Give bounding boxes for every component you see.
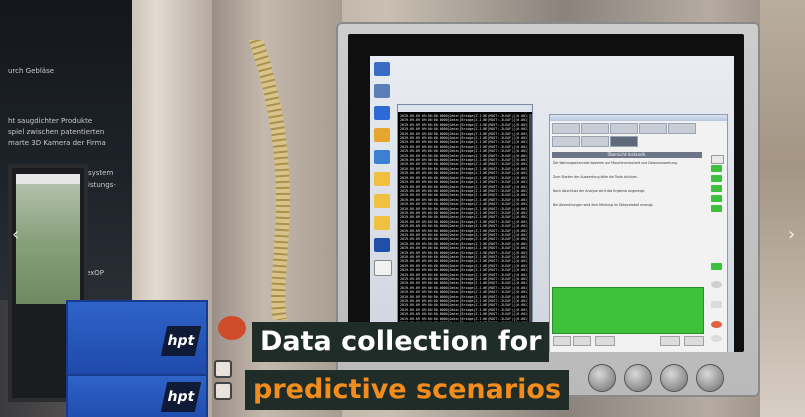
app-text-line: Nach Abschluss der Analyse wird das Erge… [553,189,645,193]
caption-line-2: predictive scenarios [245,370,570,410]
caption-line-1: Data collection for [252,322,550,362]
folder-icon[interactable] [374,172,390,186]
desktop-icon[interactable] [374,62,390,76]
spiral-hose [249,40,290,320]
console-window[interactable]: 2019-09-09 09:00:00.0000|Data:[Bridge|Z.… [397,104,533,342]
folder-icon[interactable] [374,128,390,142]
desktop: 2019-09-09 09:00:00.0000|Data:[Bridge|Z.… [370,56,734,352]
background-right [760,0,805,417]
machine-button [214,360,232,378]
desktop-icon[interactable] [374,150,390,164]
console-log-line: 2019-09-09 09:00:00.0000|Data:[Bridge|Z.… [400,268,528,272]
side-button[interactable] [711,165,722,172]
search-icon[interactable] [711,335,722,342]
app-button[interactable] [660,336,680,346]
console-log-line: 2019-09-09 09:00:00.0000|Data:[Bridge|Z.… [400,127,528,131]
app-tab[interactable] [610,123,638,134]
app-section-heading: Übersicht Instandh. [552,152,702,158]
booth-text-line: ht saugdichter Produkte [8,117,93,125]
photo-scene: urch Gebläse ht saugdichter Produkte spi… [0,0,805,417]
app-titlebar[interactable] [550,115,727,121]
app-button[interactable] [595,336,615,346]
side-button[interactable] [711,205,722,212]
hmi-screen: 2019-09-09 09:00:00.0000|Data:[Bridge|Z.… [370,56,734,352]
desktop-icon[interactable] [374,260,392,276]
app-text-line: Zum Starten der Auswertung bitte die Tas… [553,175,638,179]
desktop-icon[interactable] [374,84,390,98]
next-arrow-icon[interactable]: › [788,224,795,245]
app-tab[interactable] [639,123,667,134]
crate-logo: hpt [160,326,202,356]
side-monitor-screen [16,174,80,304]
booth-text-line: marte 3D Kamera der Firma [8,139,106,147]
console-titlebar[interactable] [398,105,532,112]
side-button[interactable] [711,195,722,202]
side-button[interactable] [711,175,722,182]
side-button[interactable] [711,263,722,270]
monitor-hardware-buttons [588,362,738,392]
side-monitor-titlebar [16,174,80,184]
booth-text-line: urch Gebläse [8,67,55,75]
app-tab[interactable] [581,136,609,147]
app-text-line: Die Wartungsintervalle basieren auf Masc… [553,161,678,165]
app-button[interactable] [553,336,571,346]
desktop-icon[interactable] [374,238,390,252]
console-log-line: 2019-09-09 09:00:00.0000|Data:[Bridge|Z.… [400,180,528,184]
machine-button [214,382,232,400]
side-button[interactable] [711,155,724,164]
side-button[interactable] [711,185,722,192]
app-tabbar [552,123,702,151]
hardware-button[interactable] [624,364,652,392]
booth-text-line: istungs- [88,181,116,189]
app-tab-active[interactable] [610,136,638,147]
console-log-line: 2019-09-09 09:00:00.0000|Data:[Bridge|Z.… [400,202,528,206]
booth-text-line: system [88,169,114,177]
app-tab[interactable] [552,123,580,134]
side-button[interactable] [711,301,722,308]
desktop-icon[interactable] [374,106,390,120]
booth-text-line: spiel zwischen patentierten [8,128,105,136]
status-panel [552,287,704,334]
previous-arrow-icon[interactable]: ‹ [12,224,19,245]
console-log-line: 2019-09-09 09:00:00.0000|Data:[Bridge|Z.… [400,224,528,228]
gear-icon[interactable] [711,281,722,288]
app-button[interactable] [684,336,704,346]
console-scrollbar[interactable] [529,114,532,341]
app-button[interactable] [573,336,591,346]
app-tab[interactable] [581,123,609,134]
folder-icon[interactable] [374,216,390,230]
console-log: 2019-09-09 09:00:00.0000|Data:[Bridge|Z.… [400,114,528,339]
maintenance-app-window[interactable]: Übersicht Instandh. Die Wartungsinterval… [549,114,728,352]
hardware-button[interactable] [660,364,688,392]
folder-icon[interactable] [374,194,390,208]
app-side-toolbar [709,155,725,345]
hardware-button[interactable] [588,364,616,392]
blue-crate: hpt [66,300,208,382]
app-text-line: Bei Abweichungen wird eine Meldung im St… [553,203,654,207]
red-knob [218,316,246,340]
hardware-button[interactable] [696,364,724,392]
console-log-line: 2019-09-09 09:00:00.0000|Data:[Bridge|Z.… [400,290,528,294]
crate-logo: hpt [160,382,202,412]
stop-icon[interactable] [711,321,722,328]
app-tab[interactable] [552,136,580,147]
console-log-line: 2019-09-09 09:00:00.0000|Data:[Bridge|Z.… [400,149,528,153]
monitor-bezel: 2019-09-09 09:00:00.0000|Data:[Bridge|Z.… [348,34,744,352]
blue-crate: hpt [66,374,208,417]
app-tab[interactable] [668,123,696,134]
console-log-line: 2019-09-09 09:00:00.0000|Data:[Bridge|Z.… [400,246,528,250]
